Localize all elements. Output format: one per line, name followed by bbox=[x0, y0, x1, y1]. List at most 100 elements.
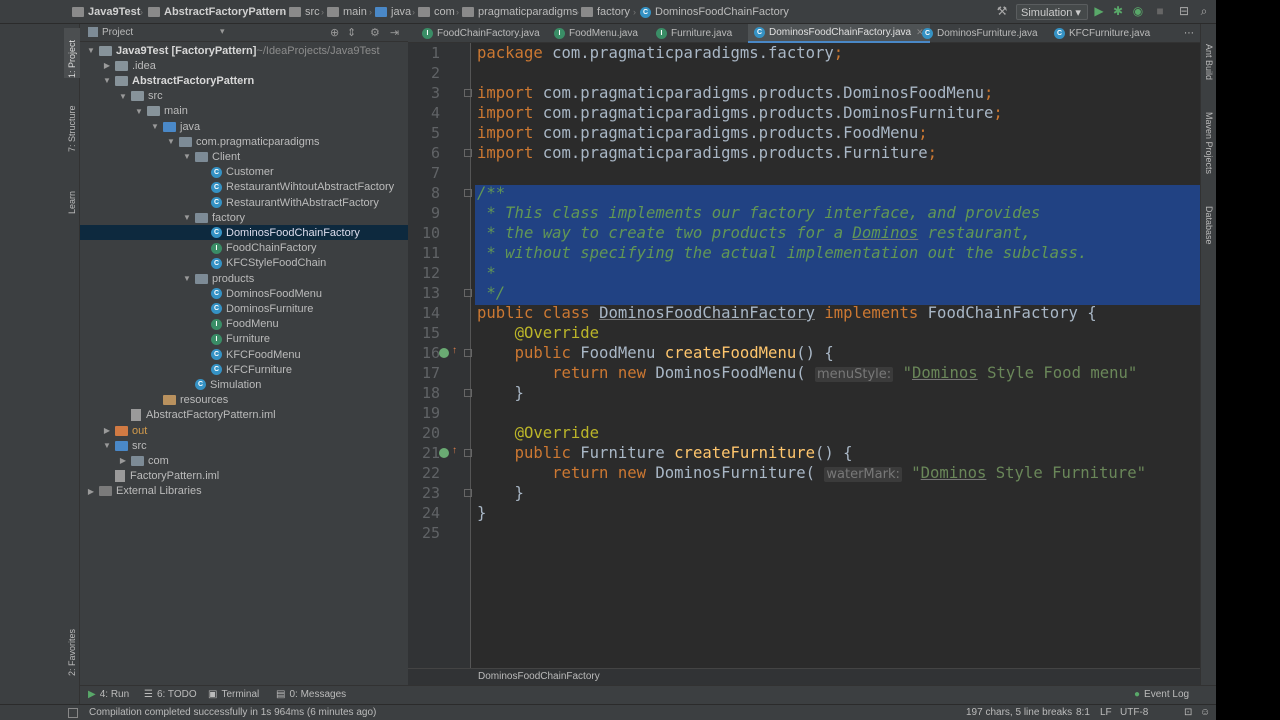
fold-marker-icon[interactable] bbox=[464, 89, 472, 97]
hide-icon[interactable]: ⇥ bbox=[390, 26, 399, 39]
tree-item[interactable]: C DominosFoodMenu bbox=[80, 286, 408, 301]
tab-structure[interactable]: 7: Structure bbox=[64, 96, 80, 152]
gear-icon[interactable]: ⚙ bbox=[370, 26, 380, 39]
code-editor[interactable]: 1 2 3 4 5 6 7 8 9 10 11 12 13 14 15 16 17 18 19 20 21 22 23 24 2… bbox=[408, 43, 1200, 685]
tree-item[interactable]: ▼ Java9Test [FactoryPattern] ~/IdeaProjec… bbox=[80, 43, 408, 58]
chevron-down-icon[interactable]: ▾ bbox=[220, 26, 225, 37]
fold-marker-icon[interactable] bbox=[464, 449, 472, 457]
tree-item[interactable]: ▶ out bbox=[80, 423, 408, 438]
implements-marker-icon[interactable] bbox=[439, 348, 449, 358]
fold-marker-icon[interactable] bbox=[464, 289, 472, 297]
debug-icon[interactable]: ✱ bbox=[1110, 3, 1126, 19]
fold-marker-icon[interactable] bbox=[464, 349, 472, 357]
editor-tab[interactable]: I Furniture.java bbox=[650, 24, 738, 43]
tree-item[interactable]: C DominosFoodChainFactory bbox=[80, 225, 408, 241]
editor-tab[interactable]: C DominosFoodChainFactory.java ✕ bbox=[748, 24, 930, 43]
expand-right-icon[interactable]: ▶ bbox=[86, 487, 96, 496]
editor-breadcrumb[interactable]: DominosFoodChainFactory bbox=[408, 668, 1200, 685]
tree-item[interactable]: ▼ Client bbox=[80, 149, 408, 164]
line-separator[interactable]: LF bbox=[1100, 707, 1112, 718]
tree-item[interactable]: FactoryPattern.iml bbox=[80, 469, 408, 484]
tab-ant-build[interactable]: Ant Build bbox=[1202, 44, 1214, 90]
tree-item[interactable]: C KFCFoodMenu bbox=[80, 347, 408, 362]
search-icon[interactable]: ⌕ bbox=[1196, 3, 1212, 19]
caret-position[interactable]: 8:1 bbox=[1076, 707, 1090, 718]
breadcrumb-factory[interactable]: factory bbox=[581, 5, 630, 19]
expand-down-icon[interactable]: ▼ bbox=[182, 213, 192, 222]
tab-run[interactable]: ▶ 4: Run bbox=[88, 689, 129, 700]
tab-learn[interactable]: Learn bbox=[64, 174, 80, 214]
inspector-icon[interactable]: ☺ bbox=[1200, 707, 1210, 718]
breadcrumb-class[interactable]: C DominosFoodChainFactory bbox=[640, 5, 789, 19]
fold-marker-icon[interactable] bbox=[464, 389, 472, 397]
tree-item[interactable]: ▼ java bbox=[80, 119, 408, 134]
tree-item[interactable]: C KFCFurniture bbox=[80, 362, 408, 377]
breadcrumb-java[interactable]: java bbox=[375, 5, 411, 19]
tree-item[interactable]: C Customer bbox=[80, 165, 408, 180]
collapse-all-icon[interactable]: ⇕ bbox=[347, 26, 356, 39]
tool-windows-icon[interactable] bbox=[68, 708, 78, 718]
tab-terminal[interactable]: ▣ Terminal bbox=[208, 689, 259, 700]
file-encoding[interactable]: UTF-8 bbox=[1120, 707, 1148, 718]
tree-item[interactable]: AbstractFactoryPattern.iml bbox=[80, 408, 408, 423]
tree-item[interactable]: resources bbox=[80, 393, 408, 408]
breadcrumb-project[interactable]: Java9Test bbox=[72, 5, 140, 19]
expand-right-icon[interactable]: ▶ bbox=[102, 426, 112, 435]
tab-project[interactable]: 1: Project bbox=[64, 28, 80, 78]
project-panel-title[interactable]: Project bbox=[102, 27, 133, 38]
tree-item[interactable]: ▼ src bbox=[80, 438, 408, 453]
tree-item[interactable]: C RestaurantWithAbstractFactory bbox=[80, 195, 408, 210]
expand-down-icon[interactable]: ▼ bbox=[166, 137, 176, 146]
expand-down-icon[interactable]: ▼ bbox=[150, 122, 160, 131]
expand-down-icon[interactable]: ▼ bbox=[118, 92, 128, 101]
tree-item[interactable]: ▼ com.pragmaticparadigms bbox=[80, 134, 408, 149]
expand-down-icon[interactable]: ▼ bbox=[182, 152, 192, 161]
run-config-select[interactable]: Simulation ▾ bbox=[1016, 4, 1088, 20]
expand-right-icon[interactable]: ▶ bbox=[102, 61, 112, 70]
breadcrumb-com[interactable]: com bbox=[418, 5, 455, 19]
tree-item[interactable]: ▼ AbstractFactoryPattern bbox=[80, 73, 408, 88]
tab-todo[interactable]: ☰ 6: TODO bbox=[144, 689, 197, 700]
breadcrumb-main[interactable]: main bbox=[327, 5, 367, 19]
fold-marker-icon[interactable] bbox=[464, 189, 472, 197]
tree-item[interactable]: ▶ External Libraries bbox=[80, 484, 408, 499]
tree-item[interactable]: I FoodMenu bbox=[80, 317, 408, 332]
tab-database[interactable]: Database bbox=[1202, 206, 1214, 250]
editor-tab[interactable]: I FoodMenu.java bbox=[548, 24, 644, 43]
status-message[interactable]: Compilation completed successfully in 1s… bbox=[89, 707, 376, 718]
expand-right-icon[interactable]: ▶ bbox=[118, 456, 128, 465]
tree-item[interactable]: I Furniture bbox=[80, 332, 408, 347]
expand-down-icon[interactable]: ▼ bbox=[134, 107, 144, 116]
coverage-icon[interactable]: ◉ bbox=[1130, 3, 1146, 19]
expand-down-icon[interactable]: ▼ bbox=[182, 274, 192, 283]
fold-marker-icon[interactable] bbox=[464, 149, 472, 157]
event-log-button[interactable]: ● Event Log bbox=[1134, 689, 1189, 700]
tree-item[interactable]: ▶ com bbox=[80, 453, 408, 468]
tree-item[interactable]: C Simulation bbox=[80, 377, 408, 392]
tree-item[interactable]: ▼ main bbox=[80, 104, 408, 119]
fold-marker-icon[interactable] bbox=[464, 489, 472, 497]
override-arrow-icon[interactable]: ↑ bbox=[452, 445, 457, 456]
lock-icon[interactable]: ⊡ bbox=[1184, 707, 1192, 718]
tree-item[interactable]: ▶ .idea bbox=[80, 58, 408, 73]
breadcrumb-src[interactable]: src bbox=[289, 5, 320, 19]
tree-item[interactable]: ▼ factory bbox=[80, 210, 408, 225]
tab-maven-projects[interactable]: Maven Projects bbox=[1202, 112, 1214, 182]
tree-item[interactable]: C DominosFurniture bbox=[80, 301, 408, 316]
tree-item[interactable]: I FoodChainFactory bbox=[80, 241, 408, 256]
implements-marker-icon[interactable] bbox=[439, 448, 449, 458]
run-icon[interactable]: ▶ bbox=[1091, 3, 1107, 19]
build-icon[interactable]: ⚒ bbox=[994, 3, 1010, 19]
editor-tab[interactable]: I FoodChainFactory.java bbox=[416, 24, 546, 43]
expand-down-icon[interactable]: ▼ bbox=[102, 76, 112, 85]
expand-down-icon[interactable]: ▼ bbox=[102, 441, 112, 450]
tab-messages[interactable]: ▤ 0: Messages bbox=[276, 689, 346, 700]
breadcrumb-pragmaticparadigms[interactable]: pragmaticparadigms bbox=[462, 5, 578, 19]
tree-item[interactable]: C KFCStyleFoodChain bbox=[80, 256, 408, 271]
project-structure-icon[interactable]: ⊟ bbox=[1176, 3, 1192, 19]
editor-tab[interactable]: C KFCFurniture.java bbox=[1048, 24, 1156, 43]
tab-favorites[interactable]: 2: Favorites bbox=[64, 612, 80, 676]
more-tabs-icon[interactable]: ⋯ bbox=[1178, 24, 1200, 43]
editor-tab[interactable]: C DominosFurniture.java bbox=[916, 24, 1044, 43]
tree-item[interactable]: C RestaurantWihtoutAbstractFactory bbox=[80, 180, 408, 195]
